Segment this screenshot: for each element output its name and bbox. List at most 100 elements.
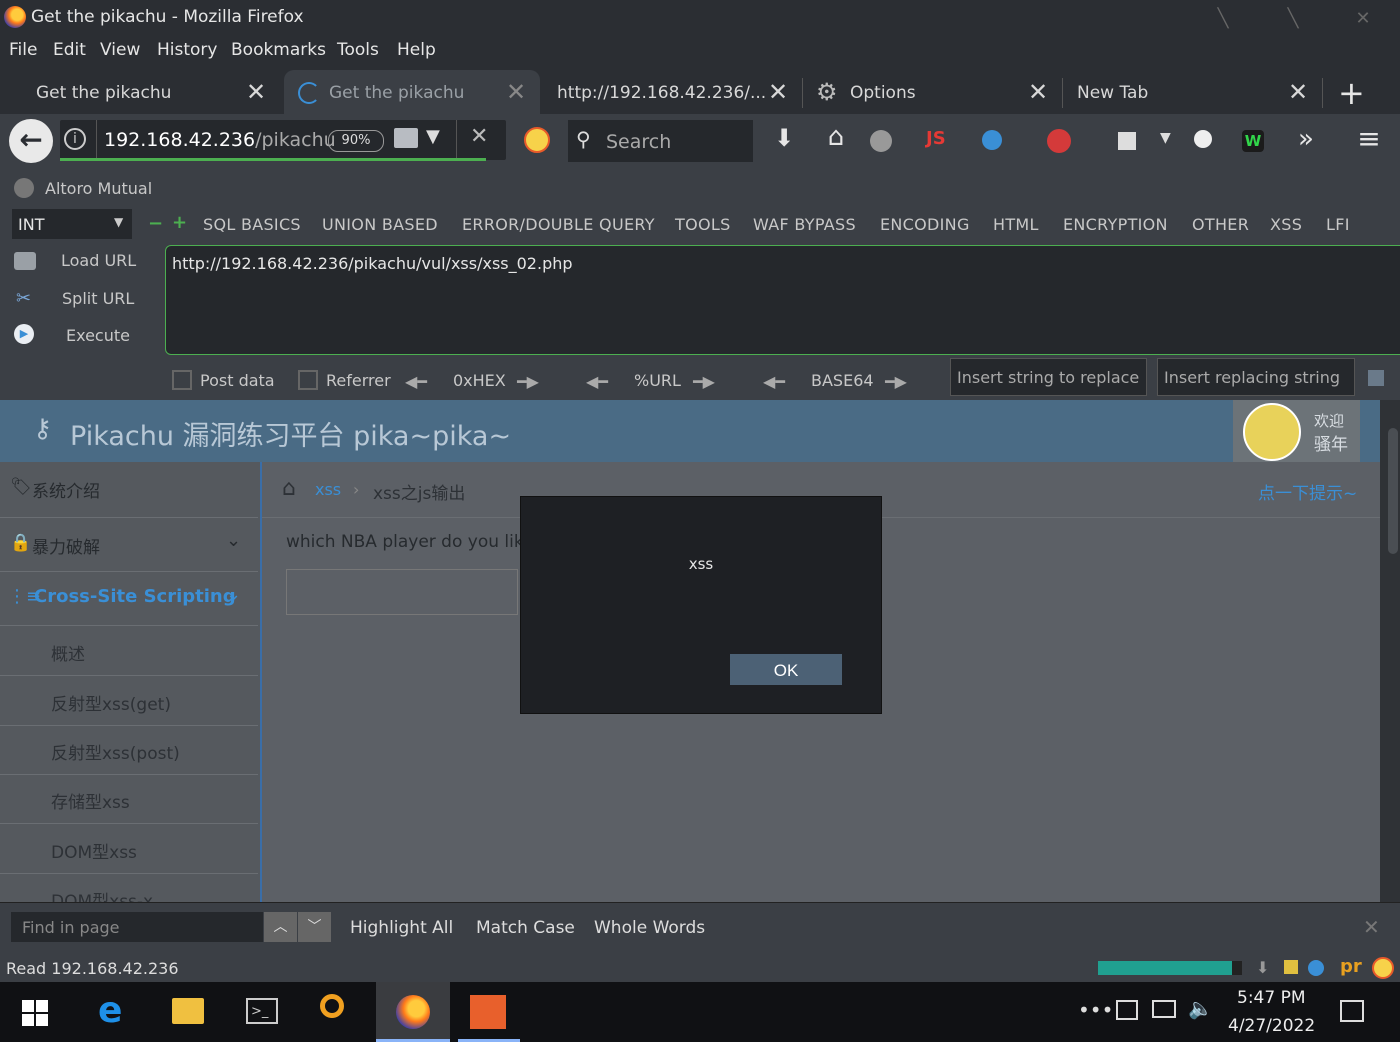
tab-4[interactable]: ⚙ Options ✕ [806,70,1056,114]
search-app-icon[interactable] [320,994,344,1018]
close-window-icon[interactable]: ✕ [1352,8,1374,29]
scrollbar-thumb[interactable] [1388,428,1398,554]
menu-file[interactable]: File [9,40,37,60]
hackbar-menu-error-double-query[interactable]: ERROR/DOUBLE QUERY [462,215,655,234]
minus-icon[interactable]: − [148,213,163,234]
menu-edit[interactable]: Edit [53,40,86,60]
volume-icon[interactable]: 🔈 [1188,996,1213,1020]
highlight-all-button[interactable]: Highlight All [350,918,453,938]
terminal-icon[interactable]: >_ [246,998,278,1024]
arrow-left-icon[interactable]: ◀━ [586,372,608,391]
sidebar-item-intro[interactable]: 🏷 系统介绍 [0,462,258,518]
sidebar-subitem-stored[interactable]: 存储型xss [0,774,258,824]
arrow-right-icon[interactable]: ━▶ [693,372,715,391]
find-input[interactable]: Find in page [11,912,263,942]
download-icon[interactable]: ⬇ [770,124,798,152]
windows-start-icon[interactable] [22,1000,48,1026]
hackbar-menu-sql-basics[interactable]: SQL BASICS [203,215,301,234]
nba-player-input[interactable] [286,569,518,615]
info-icon[interactable]: i [64,128,86,150]
close-tab-icon[interactable]: ✕ [506,78,526,106]
js-icon[interactable]: JS [926,128,946,149]
maximize-icon[interactable]: ╲ [1282,8,1304,29]
hackbar-menu-tools[interactable]: TOOLS [675,215,731,234]
menu-history[interactable]: History [157,40,217,60]
tool-icon[interactable] [1118,132,1136,150]
split-url-button[interactable]: Split URL [62,289,134,308]
breadcrumb-link-xss[interactable]: xss [315,480,341,499]
arrow-right-icon[interactable]: ━▶ [517,372,539,391]
close-tab-icon[interactable]: ✕ [246,78,266,106]
hackbar-menu-waf-bypass[interactable]: WAF BYPASS [753,215,856,234]
hackbar-url-textarea[interactable]: http://192.168.42.236/pikachu/vul/xss/xs… [165,245,1400,355]
menu-view[interactable]: View [100,40,140,60]
sync-icon[interactable] [1116,1000,1138,1020]
server-icon[interactable] [394,128,418,148]
file-explorer-icon[interactable] [172,998,204,1024]
notifications-icon[interactable] [1340,1000,1364,1022]
tab-5[interactable]: New Tab ✕ [1066,70,1316,114]
find-next-button[interactable]: ﹀ [298,912,331,942]
arrow-right-icon[interactable]: ━▶ [885,372,907,391]
hackbar-menu-xss[interactable]: XSS [1270,215,1302,234]
hint-link[interactable]: 点一下提示~ [1258,479,1357,504]
scissors-icon[interactable]: ✂ [16,288,31,309]
arrow-left-icon[interactable]: ◀━ [763,372,785,391]
noscript-icon[interactable] [524,127,550,153]
back-button[interactable]: ← [9,119,53,163]
menu-help[interactable]: Help [397,40,436,60]
hackbar-menu-encoding[interactable]: ENCODING [880,215,970,234]
find-previous-button[interactable]: ︿ [264,912,297,942]
close-find-icon[interactable]: ✕ [1363,915,1380,939]
tab-3[interactable]: http://192.168.42.236/... ✕ [545,70,795,114]
sidebar-subitem-overview[interactable]: 概述 [0,626,258,676]
whole-words-button[interactable]: Whole Words [594,918,705,938]
minimize-icon[interactable]: ╲ [1212,8,1234,29]
chevron-down-icon[interactable]: ▼ [1160,130,1171,146]
wappalyzer-icon[interactable]: W [1242,130,1264,152]
new-tab-icon[interactable]: + [1338,74,1365,112]
load-url-icon[interactable] [14,252,36,270]
replace-input[interactable]: Insert string to replace [950,358,1147,396]
hamburger-menu-icon[interactable]: ≡ [1354,122,1384,155]
sidebar-item-xss[interactable]: ⋮≡ Cross-Site Scripting ⌄ [0,572,258,626]
replace-checkbox[interactable] [1368,370,1384,386]
close-tab-icon[interactable]: ✕ [1028,78,1048,106]
clock-time[interactable]: 5:47 PM [1237,988,1306,1008]
hackbar-menu-other[interactable]: OTHER [1192,215,1249,234]
load-url-button[interactable]: Load URL [61,251,136,270]
ok-button[interactable]: OK [730,654,842,685]
close-tab-icon[interactable]: ✕ [1288,78,1308,106]
match-case-button[interactable]: Match Case [476,918,575,938]
edge-icon[interactable]: e [98,990,122,1031]
arrow-left-icon[interactable]: ◀━ [405,372,427,391]
tab-1[interactable]: Get the pikachu ✕ [0,70,280,114]
page-scrollbar[interactable] [1380,400,1400,902]
menu-bookmarks[interactable]: Bookmarks [231,40,326,60]
hackbar-menu-union-based[interactable]: UNION BASED [322,215,438,234]
chevron-down-icon[interactable]: ▼ [426,126,440,147]
network-icon[interactable] [1152,1000,1176,1018]
user-panel[interactable]: 欢迎 骚年 [1233,400,1360,462]
url-bar[interactable]: i 192.168.42.236/pikachu 90% ▼ ✕ [60,120,506,161]
stop-icon[interactable]: ✕ [470,124,488,149]
hackbar-menu-html[interactable]: HTML [993,215,1039,234]
hackbar-menu-encryption[interactable]: ENCRYPTION [1063,215,1168,234]
play-icon[interactable]: ▶ [14,324,34,344]
sidebar-item-bruteforce[interactable]: 🔒 暴力破解 ⌄ [0,518,258,572]
clock-date[interactable]: 4/27/2022 [1228,1016,1315,1036]
globe-icon[interactable] [870,130,892,152]
home-icon[interactable]: ⌂ [822,122,850,152]
overflow-icon[interactable]: ••• [1078,998,1113,1022]
search-box[interactable]: ⚲ Search [568,120,753,162]
sidebar-subitem-reflected-post[interactable]: 反射型xss(post) [0,725,258,775]
close-tab-icon[interactable]: ✕ [768,78,788,106]
plus-icon[interactable]: + [172,212,187,233]
tab-2[interactable]: Get the pikachu ✕ [284,70,540,114]
overflow-icon[interactable]: » [1292,124,1320,154]
proxy-icon[interactable] [982,130,1002,150]
referrer-checkbox[interactable] [298,370,318,390]
sidebar-subitem-dom-x[interactable]: DOM型xss-x [0,873,258,902]
menu-tools[interactable]: Tools [337,40,379,60]
taskbar-firefox[interactable] [376,982,450,1042]
